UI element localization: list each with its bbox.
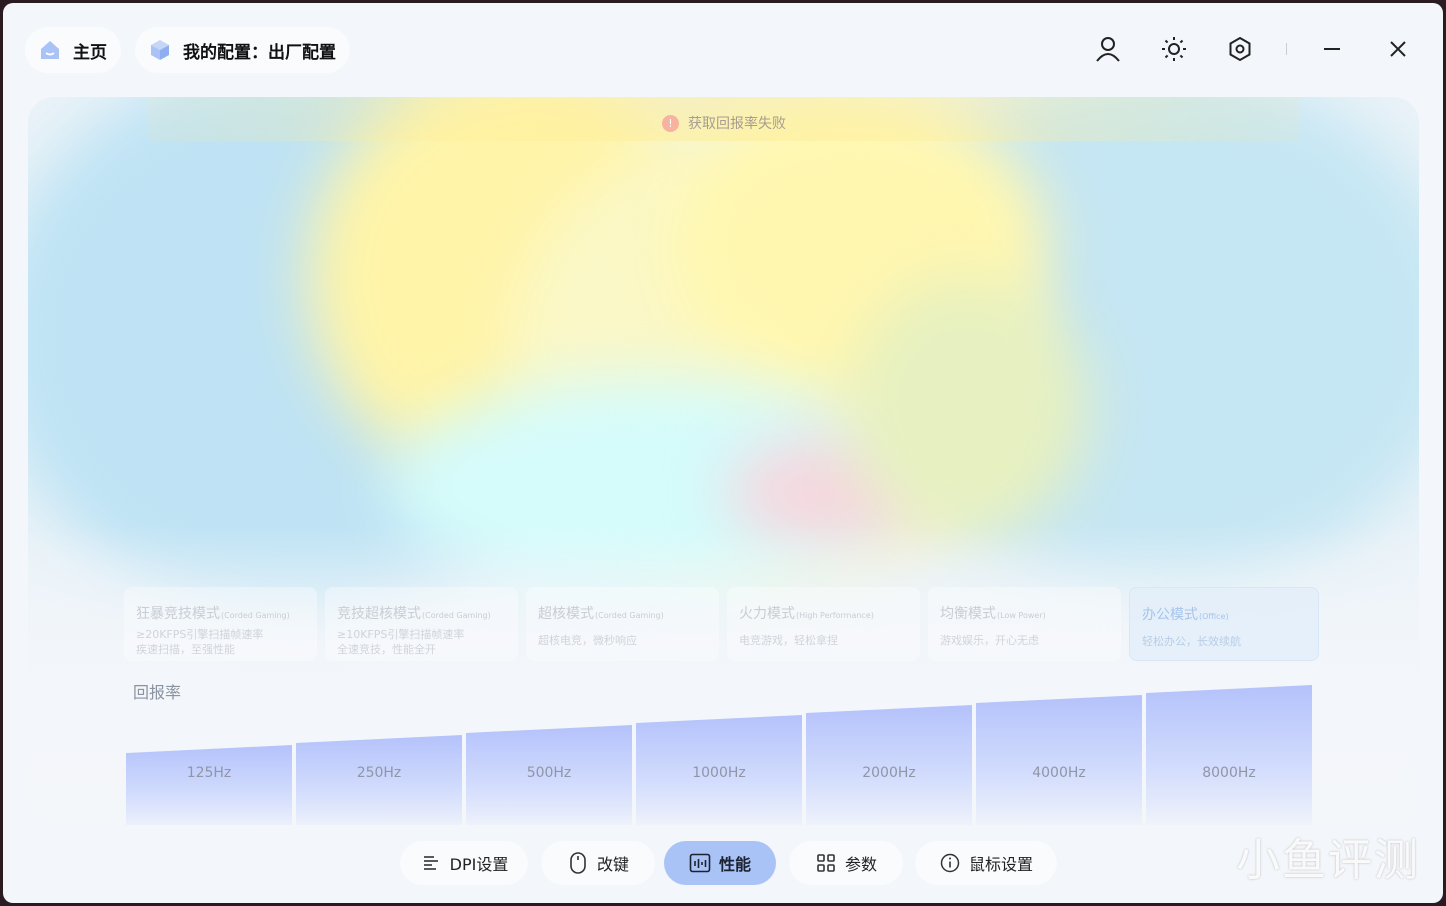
config-button[interactable]: 我的配置：出厂配置 [135, 27, 350, 73]
rate-label: 125Hz [186, 765, 232, 781]
info-icon [939, 852, 961, 874]
home-label: 主页 [73, 42, 107, 63]
cube-icon [147, 37, 173, 63]
tab-key-mapping[interactable]: 改键 [541, 841, 655, 885]
minimize-icon [1324, 48, 1340, 50]
grid-icon [815, 852, 837, 874]
rate-label: 1000Hz [692, 765, 746, 781]
minimize-button[interactable] [1314, 31, 1350, 67]
close-button[interactable] [1380, 31, 1416, 67]
app-window: 主页 我的配置：出厂配置 ! 获取回报率失败 狂暴竞技模式(Corded Gam… [3, 3, 1443, 903]
rate-label: 500Hz [526, 765, 572, 781]
rate-option-2000[interactable]: 2000Hz [806, 705, 972, 825]
rate-option-250[interactable]: 250Hz [296, 735, 462, 825]
config-label: 我的配置：出厂配置 [183, 42, 336, 63]
rate-bar-shape [976, 695, 1142, 825]
close-icon [1390, 41, 1406, 57]
rate-option-500[interactable]: 500Hz [466, 725, 632, 825]
rate-label: 250Hz [356, 765, 402, 781]
settings-button[interactable] [1222, 31, 1258, 67]
tab-label: DPI设置 [449, 855, 509, 874]
rate-bar-shape [1146, 685, 1312, 825]
tab-dpi-settings[interactable]: DPI设置 [400, 841, 528, 885]
user-button[interactable] [1090, 31, 1126, 67]
user-icon [1096, 37, 1120, 62]
title-bar: 主页 我的配置：出厂配置 [3, 3, 1443, 97]
rate-label: 2000Hz [862, 765, 916, 781]
rate-option-4000[interactable]: 4000Hz [976, 695, 1142, 825]
tab-parameters[interactable]: 参数 [789, 841, 903, 885]
tab-label: 改键 [596, 855, 629, 874]
tab-performance[interactable]: 性能 [664, 841, 776, 885]
performance-panel: ! 获取回报率失败 狂暴竞技模式(Corded Gaming) ≥20KFPS引… [28, 97, 1419, 825]
tab-label: 性能 [718, 855, 751, 874]
watermark: 小鱼评测 [1236, 835, 1420, 886]
rate-option-1000[interactable]: 1000Hz [636, 715, 802, 825]
rate-bar-shape [126, 745, 292, 825]
rate-option-8000[interactable]: 8000Hz [1146, 685, 1312, 825]
settings-icon [1229, 36, 1251, 62]
tab-label: 鼠标设置 [968, 855, 1033, 874]
home-button[interactable]: 主页 [25, 27, 121, 73]
titlebar-separator [1286, 43, 1287, 55]
tab-label: 参数 [844, 855, 877, 874]
brightness-icon [1162, 37, 1186, 61]
home-icon [37, 37, 63, 63]
performance-icon [689, 852, 711, 874]
rate-option-125[interactable]: 125Hz [126, 745, 292, 825]
mouse-icon [567, 852, 589, 874]
bottom-tab-bar: DPI设置 改键 性能 参数 鼠标设置 [3, 839, 1443, 891]
polling-rate-selector: 125Hz 250Hz 500Hz 1000Hz 2000Hz 4000Hz 8… [28, 97, 1419, 825]
rate-label: 8000Hz [1202, 765, 1256, 781]
tab-mouse-settings[interactable]: 鼠标设置 [915, 841, 1057, 885]
dpi-icon [420, 852, 442, 874]
rate-label: 4000Hz [1032, 765, 1086, 781]
brightness-button[interactable] [1156, 31, 1192, 67]
